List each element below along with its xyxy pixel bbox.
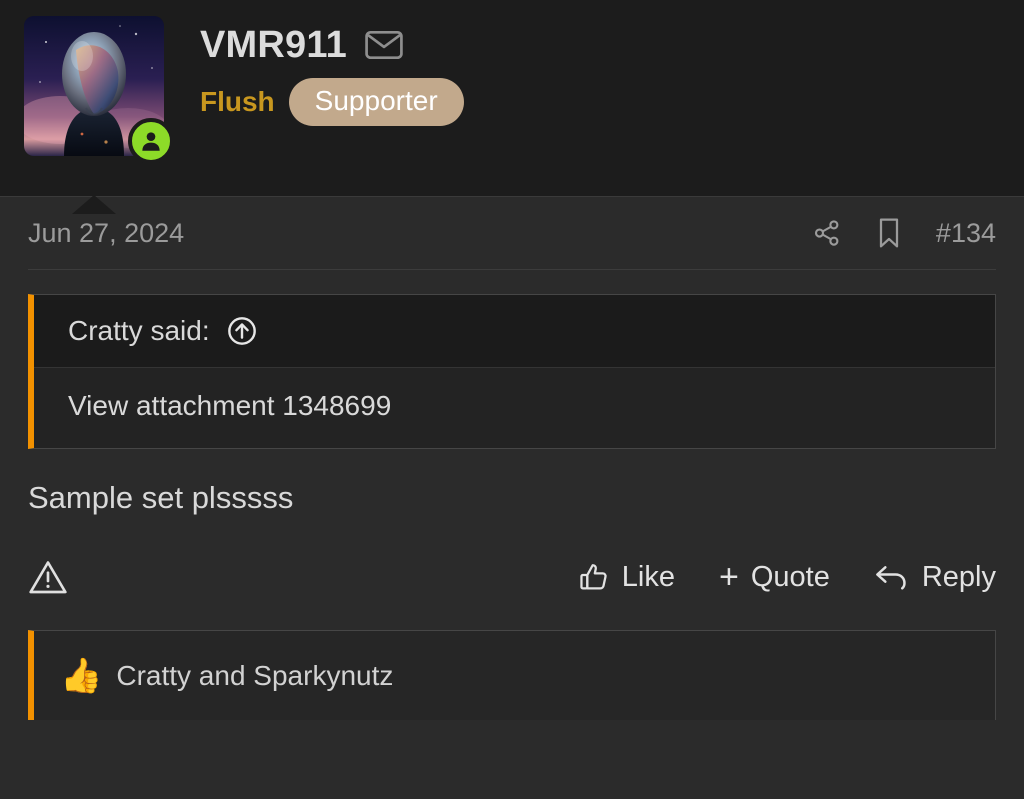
quote-author: Cratty said:: [68, 315, 210, 346]
post-body: Jun 27, 2024 #134 Cratty said: View atta…: [0, 197, 1024, 721]
author-name-row: VMR911: [200, 26, 464, 64]
quote-button[interactable]: + Quote: [719, 560, 830, 594]
post-header: VMR911 Flush Supporter: [0, 0, 1024, 214]
quote-block: Cratty said: View attachment 1348699: [28, 294, 996, 449]
thumbs-up-reaction-icon: 👍: [60, 656, 103, 695]
warning-triangle-icon[interactable]: [28, 558, 68, 596]
avatar-wrapper[interactable]: [24, 16, 174, 164]
quote-label: Quote: [750, 560, 830, 593]
post-actions-right: Like + Quote Reply: [578, 560, 996, 594]
forum-post: VMR911 Flush Supporter Jun 27, 2024 #134…: [0, 0, 1024, 799]
author-user-title: Flush: [200, 86, 275, 117]
post-date[interactable]: Jun 27, 2024: [28, 218, 184, 249]
post-message: Sample set plsssss: [28, 480, 294, 515]
share-icon[interactable]: [812, 218, 842, 248]
reactions-bar[interactable]: 👍 Cratty and Sparkynutz: [28, 630, 996, 721]
quote-header: Cratty said:: [34, 295, 995, 368]
online-status-badge: [128, 118, 174, 164]
quote-content[interactable]: View attachment 1348699: [34, 368, 995, 448]
user-online-icon: [142, 132, 160, 151]
header-caret: [72, 195, 116, 214]
like-label: Like: [621, 560, 675, 593]
post-number[interactable]: #134: [936, 218, 996, 249]
envelope-icon[interactable]: [365, 30, 403, 60]
reaction-users[interactable]: Cratty and Sparkynutz: [116, 660, 393, 692]
like-button[interactable]: Like: [578, 561, 675, 594]
arrow-up-circle-icon[interactable]: [226, 315, 258, 347]
bookmark-icon[interactable]: [876, 217, 902, 249]
author-title-row: Flush Supporter: [200, 78, 464, 126]
post-meta-row: Jun 27, 2024 #134: [28, 197, 996, 270]
plus-icon: +: [718, 558, 739, 597]
thumbs-up-icon: [578, 561, 610, 593]
supporter-badge: Supporter: [288, 78, 464, 126]
reply-arrow-icon: [874, 562, 910, 592]
post-actions: Like + Quote Reply: [28, 528, 996, 626]
author-username[interactable]: VMR911: [200, 26, 347, 64]
reply-button[interactable]: Reply: [874, 561, 996, 594]
author-info: VMR911 Flush Supporter: [200, 16, 464, 126]
post-meta-actions: #134: [812, 217, 996, 249]
reply-label: Reply: [921, 560, 996, 593]
